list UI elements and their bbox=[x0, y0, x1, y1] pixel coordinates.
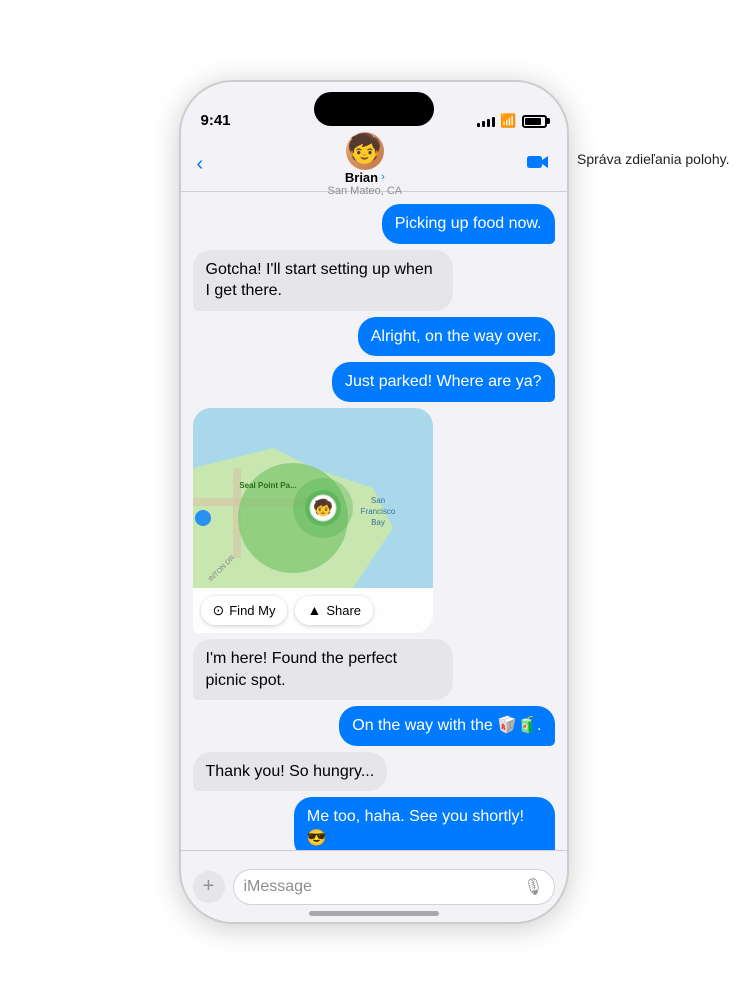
message-bubble-sent: Picking up food now. bbox=[382, 204, 555, 244]
table-row: I'm here! Found the perfect picnic spot. bbox=[193, 639, 555, 700]
share-label: Share bbox=[326, 603, 361, 618]
location-share-bubble[interactable]: 🧒 Seal Point Pa... San Francisco Bay INT… bbox=[193, 408, 433, 633]
nav-bar: ‹ 🧒 Brian › San Mateo, CA bbox=[181, 137, 567, 192]
imessage-placeholder: iMessage bbox=[244, 878, 312, 896]
annotation-text: Správa zdieľania polohy. bbox=[577, 150, 737, 170]
contact-name: Brian bbox=[345, 170, 378, 185]
contact-location: San Mateo, CA bbox=[328, 185, 403, 197]
svg-text:Seal Point Pa...: Seal Point Pa... bbox=[239, 481, 296, 490]
share-location-button[interactable]: ▲ Share bbox=[295, 596, 373, 625]
back-chevron-icon: ‹ bbox=[197, 153, 204, 176]
table-row: Alright, on the way over. bbox=[193, 317, 555, 357]
message-bubble-sent: On the way with the 🥡🧃. bbox=[339, 706, 554, 746]
avatar-emoji: 🧒 bbox=[347, 132, 382, 165]
status-icons: 📶 bbox=[477, 113, 546, 129]
contact-info[interactable]: 🧒 Brian › San Mateo, CA bbox=[328, 132, 403, 197]
message-bubble-received: Gotcha! I'll start setting up when I get… bbox=[193, 250, 454, 311]
message-bubble-sent: Just parked! Where are ya? bbox=[332, 362, 555, 402]
scene: Správa zdieľania polohy. 9:41 📶 bbox=[0, 0, 747, 1008]
message-bubble-sent: Alright, on the way over. bbox=[358, 317, 555, 357]
svg-text:San: San bbox=[370, 496, 384, 505]
table-row: Me too, haha. See you shortly! 😎 bbox=[193, 797, 555, 850]
wifi-icon: 📶 bbox=[500, 113, 516, 129]
contact-name-row: Brian › bbox=[345, 170, 385, 185]
video-call-button[interactable] bbox=[526, 151, 550, 177]
bar3 bbox=[487, 119, 490, 127]
map-preview[interactable]: 🧒 Seal Point Pa... San Francisco Bay INT… bbox=[193, 408, 433, 588]
phone-frame: 9:41 📶 ‹ 🧒 bbox=[179, 80, 569, 924]
message-input[interactable]: iMessage 🎙 bbox=[233, 869, 555, 905]
map-action-buttons: ⊙ Find My ▲ Share bbox=[193, 588, 433, 633]
contact-chevron-icon: › bbox=[381, 171, 385, 183]
table-row: Thank you! So hungry... bbox=[193, 752, 555, 792]
dynamic-island bbox=[314, 92, 434, 126]
table-row[interactable]: 🧒 Seal Point Pa... San Francisco Bay INT… bbox=[193, 408, 555, 633]
back-button[interactable]: ‹ bbox=[197, 153, 204, 176]
message-bubble-sent: Me too, haha. See you shortly! 😎 bbox=[294, 797, 555, 850]
microphone-icon[interactable]: 🎙 bbox=[523, 877, 543, 897]
table-row: Just parked! Where are ya? bbox=[193, 362, 555, 402]
table-row: On the way with the 🥡🧃. bbox=[193, 706, 555, 746]
message-bubble-received: Thank you! So hungry... bbox=[193, 752, 388, 792]
bar4 bbox=[492, 117, 495, 127]
bar2 bbox=[482, 121, 485, 127]
table-row: Picking up food now. bbox=[193, 204, 555, 244]
svg-text:Francisco: Francisco bbox=[360, 507, 395, 516]
find-my-button[interactable]: ⊙ Find My bbox=[201, 596, 288, 625]
table-row: Gotcha! I'll start setting up when I get… bbox=[193, 250, 555, 311]
plus-icon: + bbox=[203, 875, 215, 898]
bar1 bbox=[477, 123, 480, 127]
avatar: 🧒 bbox=[346, 132, 384, 170]
message-bubble-received: I'm here! Found the perfect picnic spot. bbox=[193, 639, 454, 700]
svg-text:Bay: Bay bbox=[371, 518, 385, 527]
find-my-label: Find My bbox=[229, 603, 275, 618]
battery-icon bbox=[522, 115, 547, 128]
battery-fill bbox=[525, 118, 541, 125]
find-my-icon: ⊙ bbox=[213, 602, 225, 619]
messages-area: Picking up food now. Gotcha! I'll start … bbox=[181, 192, 567, 850]
signal-icon bbox=[477, 115, 495, 127]
add-attachment-button[interactable]: + bbox=[193, 871, 225, 903]
svg-text:🧒: 🧒 bbox=[313, 498, 333, 517]
share-icon: ▲ bbox=[307, 602, 321, 618]
status-time: 9:41 bbox=[201, 112, 231, 129]
home-indicator bbox=[309, 911, 439, 916]
